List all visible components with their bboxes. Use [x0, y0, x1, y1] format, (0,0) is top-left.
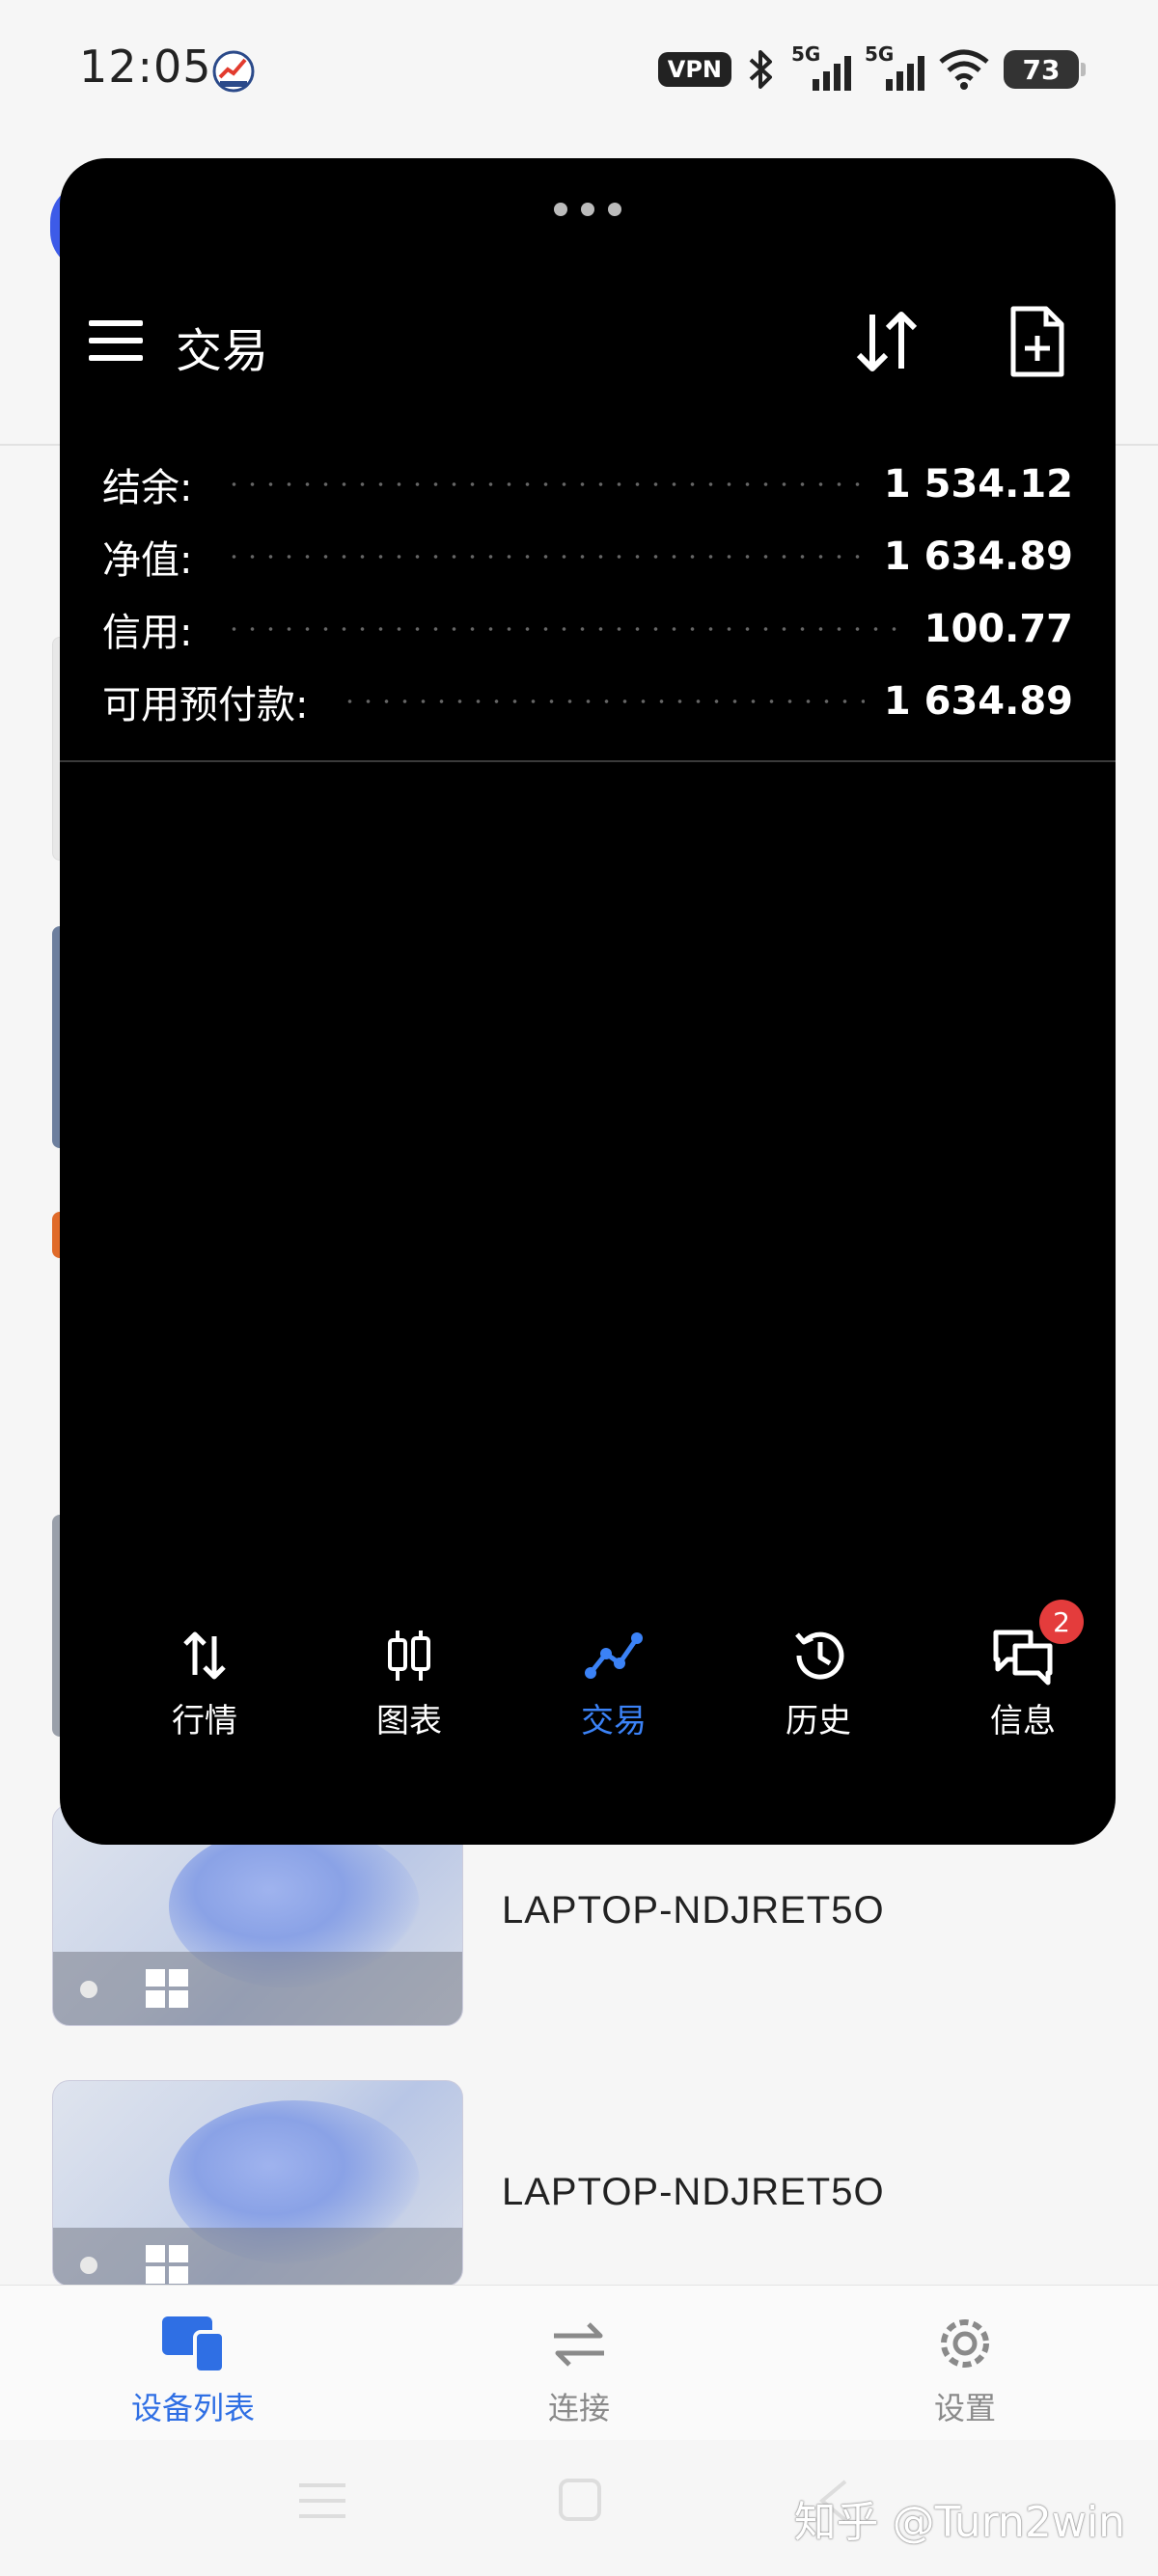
- status-dot: [80, 2257, 97, 2274]
- wifi-icon: [939, 49, 989, 90]
- device-list-icon: [162, 2316, 226, 2374]
- floating-trade-window: 交易 结余: 1 534.12 净值: 1 634.89 信用: 100.77 …: [60, 158, 1116, 1845]
- status-bar: 12:05 VPN 5G 5G 73: [0, 0, 1158, 145]
- battery-icon: 73: [1004, 50, 1086, 89]
- page-title: 交易: [176, 324, 269, 378]
- tab-quotes[interactable]: 行情: [108, 1625, 301, 1741]
- equity-row: 净值: 1 634.89: [102, 534, 1073, 583]
- vpn-indicator: VPN: [657, 52, 731, 87]
- free-margin-value: 1 634.89: [883, 678, 1073, 724]
- candlestick-icon: [388, 1631, 430, 1681]
- unread-badge: 2: [1039, 1600, 1084, 1644]
- balance-value: 1 534.12: [883, 461, 1073, 507]
- tab-messages[interactable]: 信息 2: [926, 1600, 1116, 1741]
- equity-value: 1 634.89: [883, 534, 1073, 579]
- history-clock-icon: [795, 1631, 844, 1680]
- watermark: 知乎 @Turn2win: [793, 2498, 1125, 2547]
- credit-value: 100.77: [924, 606, 1073, 651]
- sort-icon[interactable]: [851, 307, 923, 376]
- recent-apps-icon[interactable]: [297, 2480, 347, 2522]
- connect-arrows-icon: [554, 2322, 604, 2367]
- signal-5g-icon: 5G: [791, 42, 851, 93]
- windows-icon: [146, 1969, 188, 2008]
- tab-trade[interactable]: 交易: [517, 1625, 710, 1741]
- trade-tab-bar: 行情 图表 交易 历史 信息 2: [60, 1600, 1116, 1760]
- windows-icon: [146, 2245, 188, 2284]
- device-name[interactable]: LAPTOP-NDJRET5O: [502, 2171, 885, 2214]
- home-icon[interactable]: [558, 2478, 602, 2522]
- bottom-navigation: 设备列表 连接 设置: [0, 2285, 1158, 2440]
- quotes-arrows-icon: [183, 1631, 226, 1680]
- bluetooth-icon: [749, 50, 772, 89]
- tab-chart[interactable]: 图表: [313, 1625, 506, 1741]
- trade-line-icon: [585, 1632, 643, 1679]
- gear-icon: [941, 2319, 989, 2368]
- menu-icon[interactable]: [89, 318, 143, 363]
- nav-device-list[interactable]: 设备列表: [77, 2313, 309, 2428]
- balance-row: 结余: 1 534.12: [102, 461, 1073, 510]
- trading-app-icon: [212, 50, 255, 93]
- nav-connect[interactable]: 连接: [463, 2313, 695, 2428]
- credit-row: 信用: 100.77: [102, 606, 1073, 655]
- new-order-icon[interactable]: [1007, 303, 1067, 380]
- free-margin-row: 可用预付款: 1 634.89: [102, 678, 1073, 727]
- nav-settings[interactable]: 设置: [849, 2313, 1081, 2428]
- trade-top-bar: 交易: [60, 293, 1116, 386]
- status-dot: [80, 1981, 97, 1998]
- status-time: 12:05: [79, 41, 212, 93]
- divider: [60, 760, 1116, 762]
- account-summary: 结余: 1 534.12 净值: 1 634.89 信用: 100.77 可用预…: [102, 448, 1073, 737]
- signal-5g-icon-2: 5G: [865, 42, 924, 93]
- window-drag-handle[interactable]: [554, 203, 621, 216]
- device-name[interactable]: LAPTOP-NDJRET5O: [502, 1889, 885, 1932]
- tab-history[interactable]: 历史: [722, 1625, 915, 1741]
- device-thumbnail[interactable]: [52, 2080, 463, 2287]
